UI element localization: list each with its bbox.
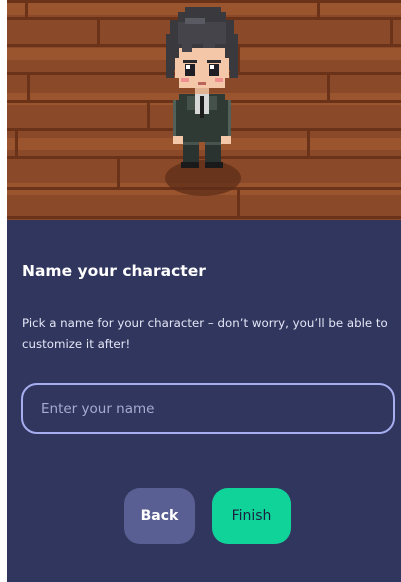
character-setup-dialog: Name your character Pick a name for your…	[7, 0, 401, 582]
finish-button[interactable]: Finish	[212, 488, 291, 544]
wood-floor-with-avatar	[7, 0, 401, 220]
back-button[interactable]: Back	[124, 488, 195, 544]
character-preview	[7, 0, 401, 220]
dialog-title: Name your character	[22, 262, 206, 280]
character-name-input[interactable]	[21, 383, 395, 434]
dialog-description: Pick a name for your character – don’t w…	[22, 316, 388, 351]
